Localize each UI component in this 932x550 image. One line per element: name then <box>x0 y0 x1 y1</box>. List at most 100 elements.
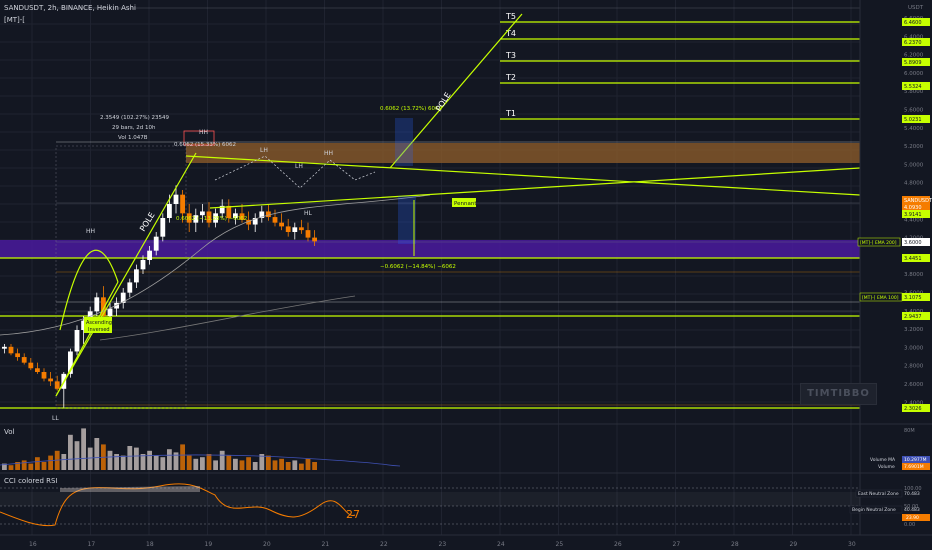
time-tick: 17 <box>88 541 96 548</box>
cci-pane-title[interactable]: CCI colored RSI <box>4 477 58 485</box>
volume-bar <box>61 454 67 470</box>
candle-body <box>299 227 304 231</box>
time-tick: 28 <box>731 541 739 548</box>
price-tick: 4.8000 <box>904 181 924 187</box>
volume-ma-tag: Volume MA <box>870 457 896 463</box>
candle-body <box>2 346 7 349</box>
volume-bar <box>81 428 86 470</box>
volume-bar <box>87 447 93 470</box>
price-tick: 3.8000 <box>904 272 924 278</box>
time-tick: 27 <box>673 541 681 548</box>
east-zone-label: East Neutral Zone <box>858 491 899 497</box>
time-tick: 26 <box>614 541 622 548</box>
side-label: [MT]-[ EMA 100] <box>862 295 899 301</box>
volume-bar <box>167 449 172 470</box>
candle-body <box>107 308 113 316</box>
candle-body <box>74 330 80 352</box>
price-tick: 5.8000 <box>904 89 924 95</box>
volume-bar <box>147 450 152 470</box>
volume-bar <box>226 455 232 470</box>
candle-body <box>200 211 205 216</box>
measure-left-top-text: 0.6062 (15.33%) 6062 <box>174 142 236 148</box>
volume-bar <box>48 455 53 470</box>
measure-up-box <box>395 118 413 166</box>
measure-vol-text: Vol 1.047B <box>118 135 148 141</box>
volume-bar <box>107 450 113 470</box>
price-tick: 4.4000 <box>904 217 924 223</box>
price-tag-text: 3.6000 <box>904 240 922 246</box>
chart-canvas[interactable]: T5 T4 T3 T2 T1 2.3549 (102.27%) 23549 29 bars,… <box>0 0 932 550</box>
price-tick: 5.0000 <box>904 162 924 168</box>
volume-bar <box>239 460 245 470</box>
candle-body <box>127 282 133 293</box>
price-tag-text: 3.9141 <box>904 212 922 218</box>
begin-zone-val: 40.483 <box>904 507 920 513</box>
measure-up-text: 0.6062 (13.72%) 6062 <box>380 106 442 112</box>
candle-body <box>292 227 298 232</box>
volume-bar <box>252 462 258 470</box>
candle-body <box>134 269 139 283</box>
volume-bar <box>219 450 225 470</box>
volume-bar <box>68 434 73 470</box>
price-tag-text: 5.0231 <box>904 117 922 123</box>
volume-tag: Volume <box>878 464 895 470</box>
watermark: TIMTIBBO <box>800 383 877 405</box>
volume-bar <box>272 460 278 470</box>
candle-body <box>285 226 291 232</box>
volume-scale: 80M <box>904 428 915 434</box>
indicator-tag[interactable]: [MT]-[ <box>4 16 25 24</box>
measure-left-text: 0.6062 (−13.28%) −6062 <box>176 216 247 222</box>
volume-bar <box>134 447 139 470</box>
time-tick: 21 <box>322 541 330 548</box>
measure-down-box <box>398 196 416 244</box>
volume-bar <box>28 463 34 470</box>
volume-bar <box>299 463 304 470</box>
target-label: T2 <box>505 73 516 82</box>
time-tick: 30 <box>848 541 856 548</box>
time-tick: 29 <box>790 541 798 548</box>
time-tick: 18 <box>146 541 154 548</box>
volume-bar <box>285 462 291 470</box>
ascending-label: Ascending <box>86 320 112 326</box>
volume-bar <box>21 460 27 470</box>
price-tick: 5.6000 <box>904 108 924 114</box>
symbol-header[interactable]: SANDUSDT, 2h, BINANCE, Heikin Ashi <box>4 4 136 12</box>
target-label: T3 <box>505 51 516 60</box>
price-tag-text: 5.5324 <box>904 84 922 90</box>
price-tag-text: 6.4600 <box>904 20 922 26</box>
candle-body <box>153 236 159 251</box>
candle-body <box>147 250 152 260</box>
hh-label-1: HH <box>86 228 95 235</box>
candle-body <box>305 230 311 238</box>
volume-bar <box>186 455 192 470</box>
candle-body <box>28 362 34 369</box>
target-label: T4 <box>505 29 516 38</box>
candle-body <box>180 194 185 214</box>
candle-body <box>279 222 284 227</box>
price-tag-text: 5.8909 <box>904 60 922 66</box>
candle-body <box>272 217 278 223</box>
volume-bar <box>292 460 298 470</box>
volume-bar <box>213 460 218 470</box>
price-tag-text: 3.4451 <box>904 256 922 262</box>
hl-label: HL <box>304 210 313 217</box>
begin-zone-label: Begin Neutral Zone <box>852 507 896 513</box>
price-tick: 2.8000 <box>904 364 924 370</box>
side-label: [MT]-[ EMA 200] <box>860 240 897 246</box>
target-label: T1 <box>505 109 516 118</box>
volume-bar <box>140 454 146 470</box>
candle-body <box>8 346 14 354</box>
pennant-label: Pennant <box>454 201 477 207</box>
candle-body <box>48 378 53 382</box>
price-tick: 2.6000 <box>904 382 924 388</box>
volume-bar <box>305 458 311 470</box>
volume-bar <box>206 454 212 470</box>
time-tick: 25 <box>556 541 564 548</box>
hh-label-2: HH <box>199 129 208 136</box>
volume-bar <box>127 446 133 470</box>
candle-body <box>41 372 47 379</box>
volume-pane-title[interactable]: Vol <box>4 428 14 436</box>
orange-zone <box>186 143 860 163</box>
volume-bar <box>35 457 40 470</box>
time-tick: 22 <box>380 541 388 548</box>
